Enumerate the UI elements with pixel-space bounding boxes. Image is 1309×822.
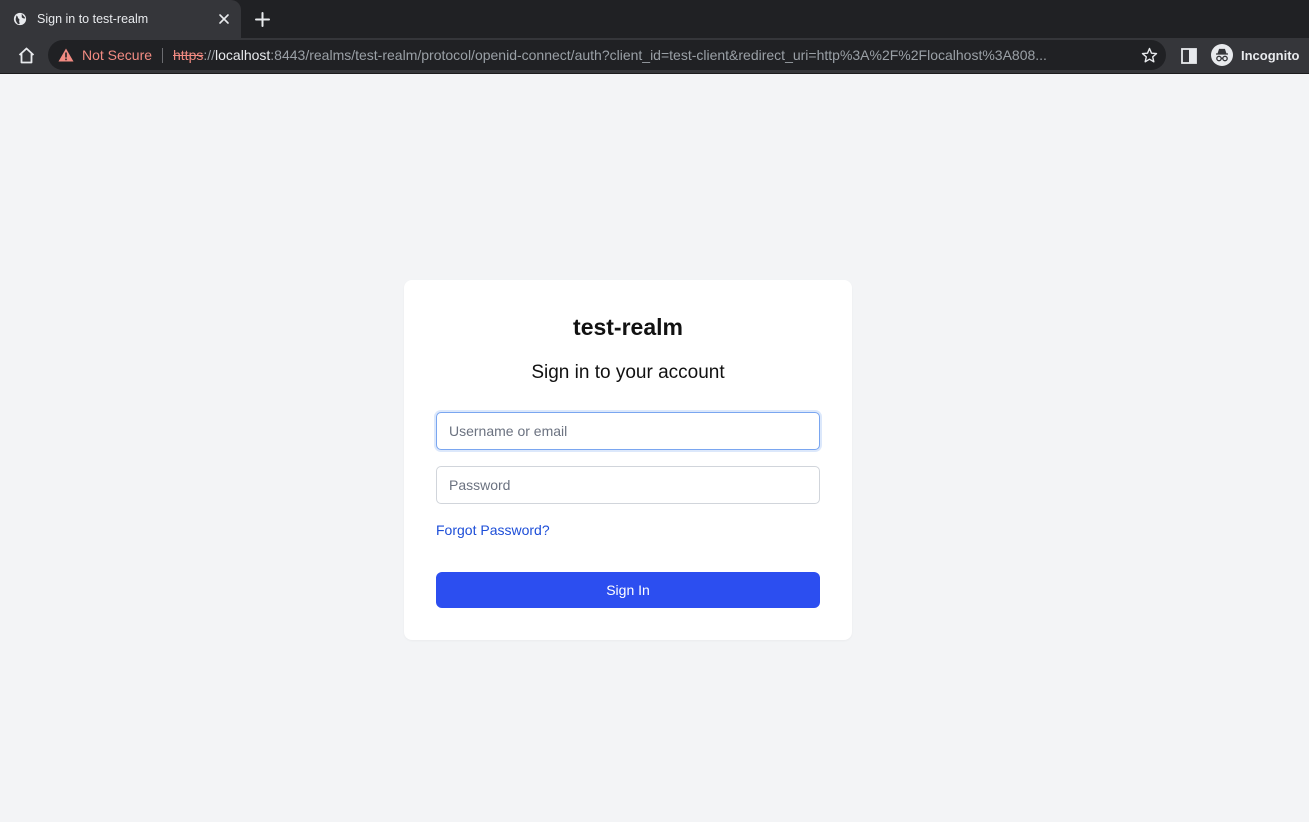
url-text[interactable]: https://localhost:8443/realms/test-realm…: [173, 47, 1123, 63]
password-input[interactable]: [436, 466, 820, 504]
url-separator: ://: [203, 47, 216, 63]
incognito-label[interactable]: Incognito: [1241, 48, 1300, 63]
close-icon[interactable]: [216, 11, 232, 27]
url-host: localhost: [215, 47, 271, 63]
url-path: :8443/realms/test-realm/protocol/openid-…: [270, 47, 1047, 63]
home-icon[interactable]: [17, 46, 36, 65]
globe-icon: [13, 12, 27, 26]
browser-toolbar: Not Secure https://localhost:8443/realms…: [0, 38, 1309, 74]
warning-icon[interactable]: [58, 48, 74, 62]
address-bar[interactable]: Not Secure https://localhost:8443/realms…: [48, 40, 1166, 70]
incognito-icon[interactable]: [1211, 44, 1233, 66]
side-panel-icon[interactable]: [1181, 48, 1197, 64]
security-label[interactable]: Not Secure: [82, 47, 152, 63]
tab-strip: Sign in to test-realm: [0, 0, 1309, 38]
divider: [162, 48, 163, 63]
url-scheme: https: [173, 47, 204, 63]
tab-title: Sign in to test-realm: [37, 12, 149, 26]
username-input[interactable]: [436, 412, 820, 450]
realm-title: test-realm: [573, 314, 683, 340]
new-tab-plus-icon[interactable]: [254, 11, 271, 28]
page-heading: Sign in to your account: [531, 362, 725, 383]
login-card: test-realm Sign in to your account Forgo…: [404, 280, 852, 640]
forgot-password-link[interactable]: Forgot Password?: [436, 522, 550, 538]
bookmark-star-icon[interactable]: [1141, 47, 1158, 64]
browser-tab[interactable]: Sign in to test-realm: [0, 0, 241, 38]
sign-in-button[interactable]: Sign In: [436, 572, 820, 608]
